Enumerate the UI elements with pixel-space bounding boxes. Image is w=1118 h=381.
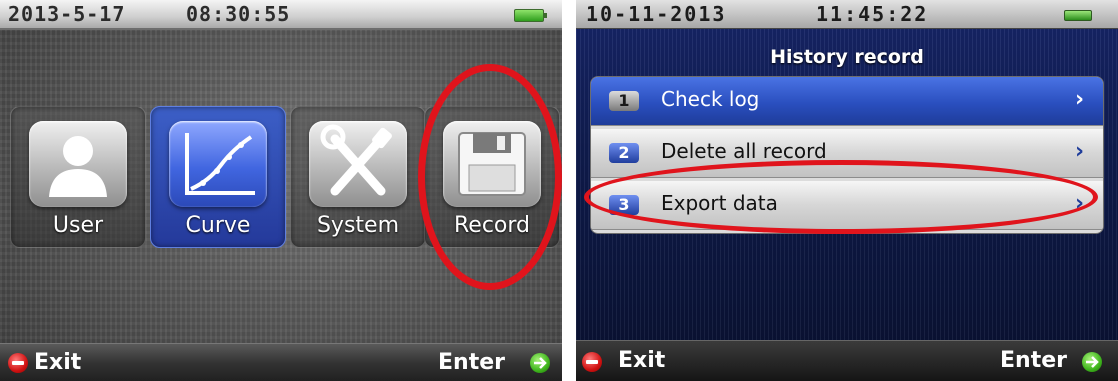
history-menu-list: 1 Check log › 2 Delete all record › 3 Ex… [590, 76, 1104, 234]
menu-item-delete-all-record[interactable]: 2 Delete all record › [591, 129, 1103, 178]
status-time: 11:45:22 [816, 2, 929, 26]
history-record-screen: 10-11-2013 11:45:22 History record 1 Che… [576, 0, 1118, 381]
curve-chart-icon [169, 121, 267, 207]
menu-label-record: Record [453, 213, 530, 238]
menu-tile-user[interactable]: User [10, 106, 146, 248]
user-icon [29, 121, 127, 207]
screen-title: History record [770, 46, 924, 68]
menu-tile-record[interactable]: Record [424, 106, 560, 248]
battery-icon [514, 9, 547, 22]
chevron-right-icon: › [1075, 139, 1085, 164]
exit-button[interactable]: Exit [618, 348, 665, 373]
menu-tile-system[interactable]: System [290, 106, 426, 248]
enter-arrow-icon[interactable] [530, 353, 550, 373]
status-bar: 2013-5-17 08:30:55 [0, 0, 562, 30]
item-number-badge: 2 [609, 143, 639, 163]
menu-tile-curve[interactable]: Curve [150, 106, 286, 248]
menu-label-curve: Curve [185, 213, 251, 238]
chevron-right-icon: › [1075, 191, 1085, 216]
chevron-right-icon: › [1075, 87, 1085, 112]
menu-label-system: System [316, 213, 400, 238]
status-date: 10-11-2013 [586, 2, 727, 26]
status-time: 08:30:55 [186, 2, 291, 26]
tools-icon [309, 121, 407, 207]
item-number-badge: 1 [609, 91, 639, 111]
item-number-badge: 3 [609, 195, 639, 215]
enter-arrow-icon[interactable] [1082, 352, 1102, 372]
status-date: 2013-5-17 [8, 2, 126, 26]
exit-button[interactable]: Exit [34, 350, 81, 375]
menu-item-label: Export data [661, 191, 778, 215]
exit-icon[interactable] [582, 352, 602, 372]
menu-item-export-data[interactable]: 3 Export data › [591, 181, 1103, 230]
enter-button[interactable]: Enter [438, 350, 505, 375]
bottom-bar: Exit Enter [0, 343, 562, 381]
enter-button[interactable]: Enter [1000, 348, 1067, 373]
menu-item-label: Check log [661, 87, 760, 111]
status-bar: 10-11-2013 11:45:22 [576, 0, 1118, 29]
floppy-disk-icon [443, 121, 541, 207]
menu-item-label: Delete all record [661, 139, 827, 163]
exit-icon[interactable] [8, 353, 28, 373]
menu-item-check-log[interactable]: 1 Check log › [591, 77, 1103, 126]
menu-label-user: User [52, 213, 104, 238]
main-menu-screen: 2013-5-17 08:30:55 User Curve System Rec… [0, 0, 562, 381]
battery-icon [1064, 10, 1092, 21]
bottom-bar: Exit Enter [576, 340, 1118, 381]
